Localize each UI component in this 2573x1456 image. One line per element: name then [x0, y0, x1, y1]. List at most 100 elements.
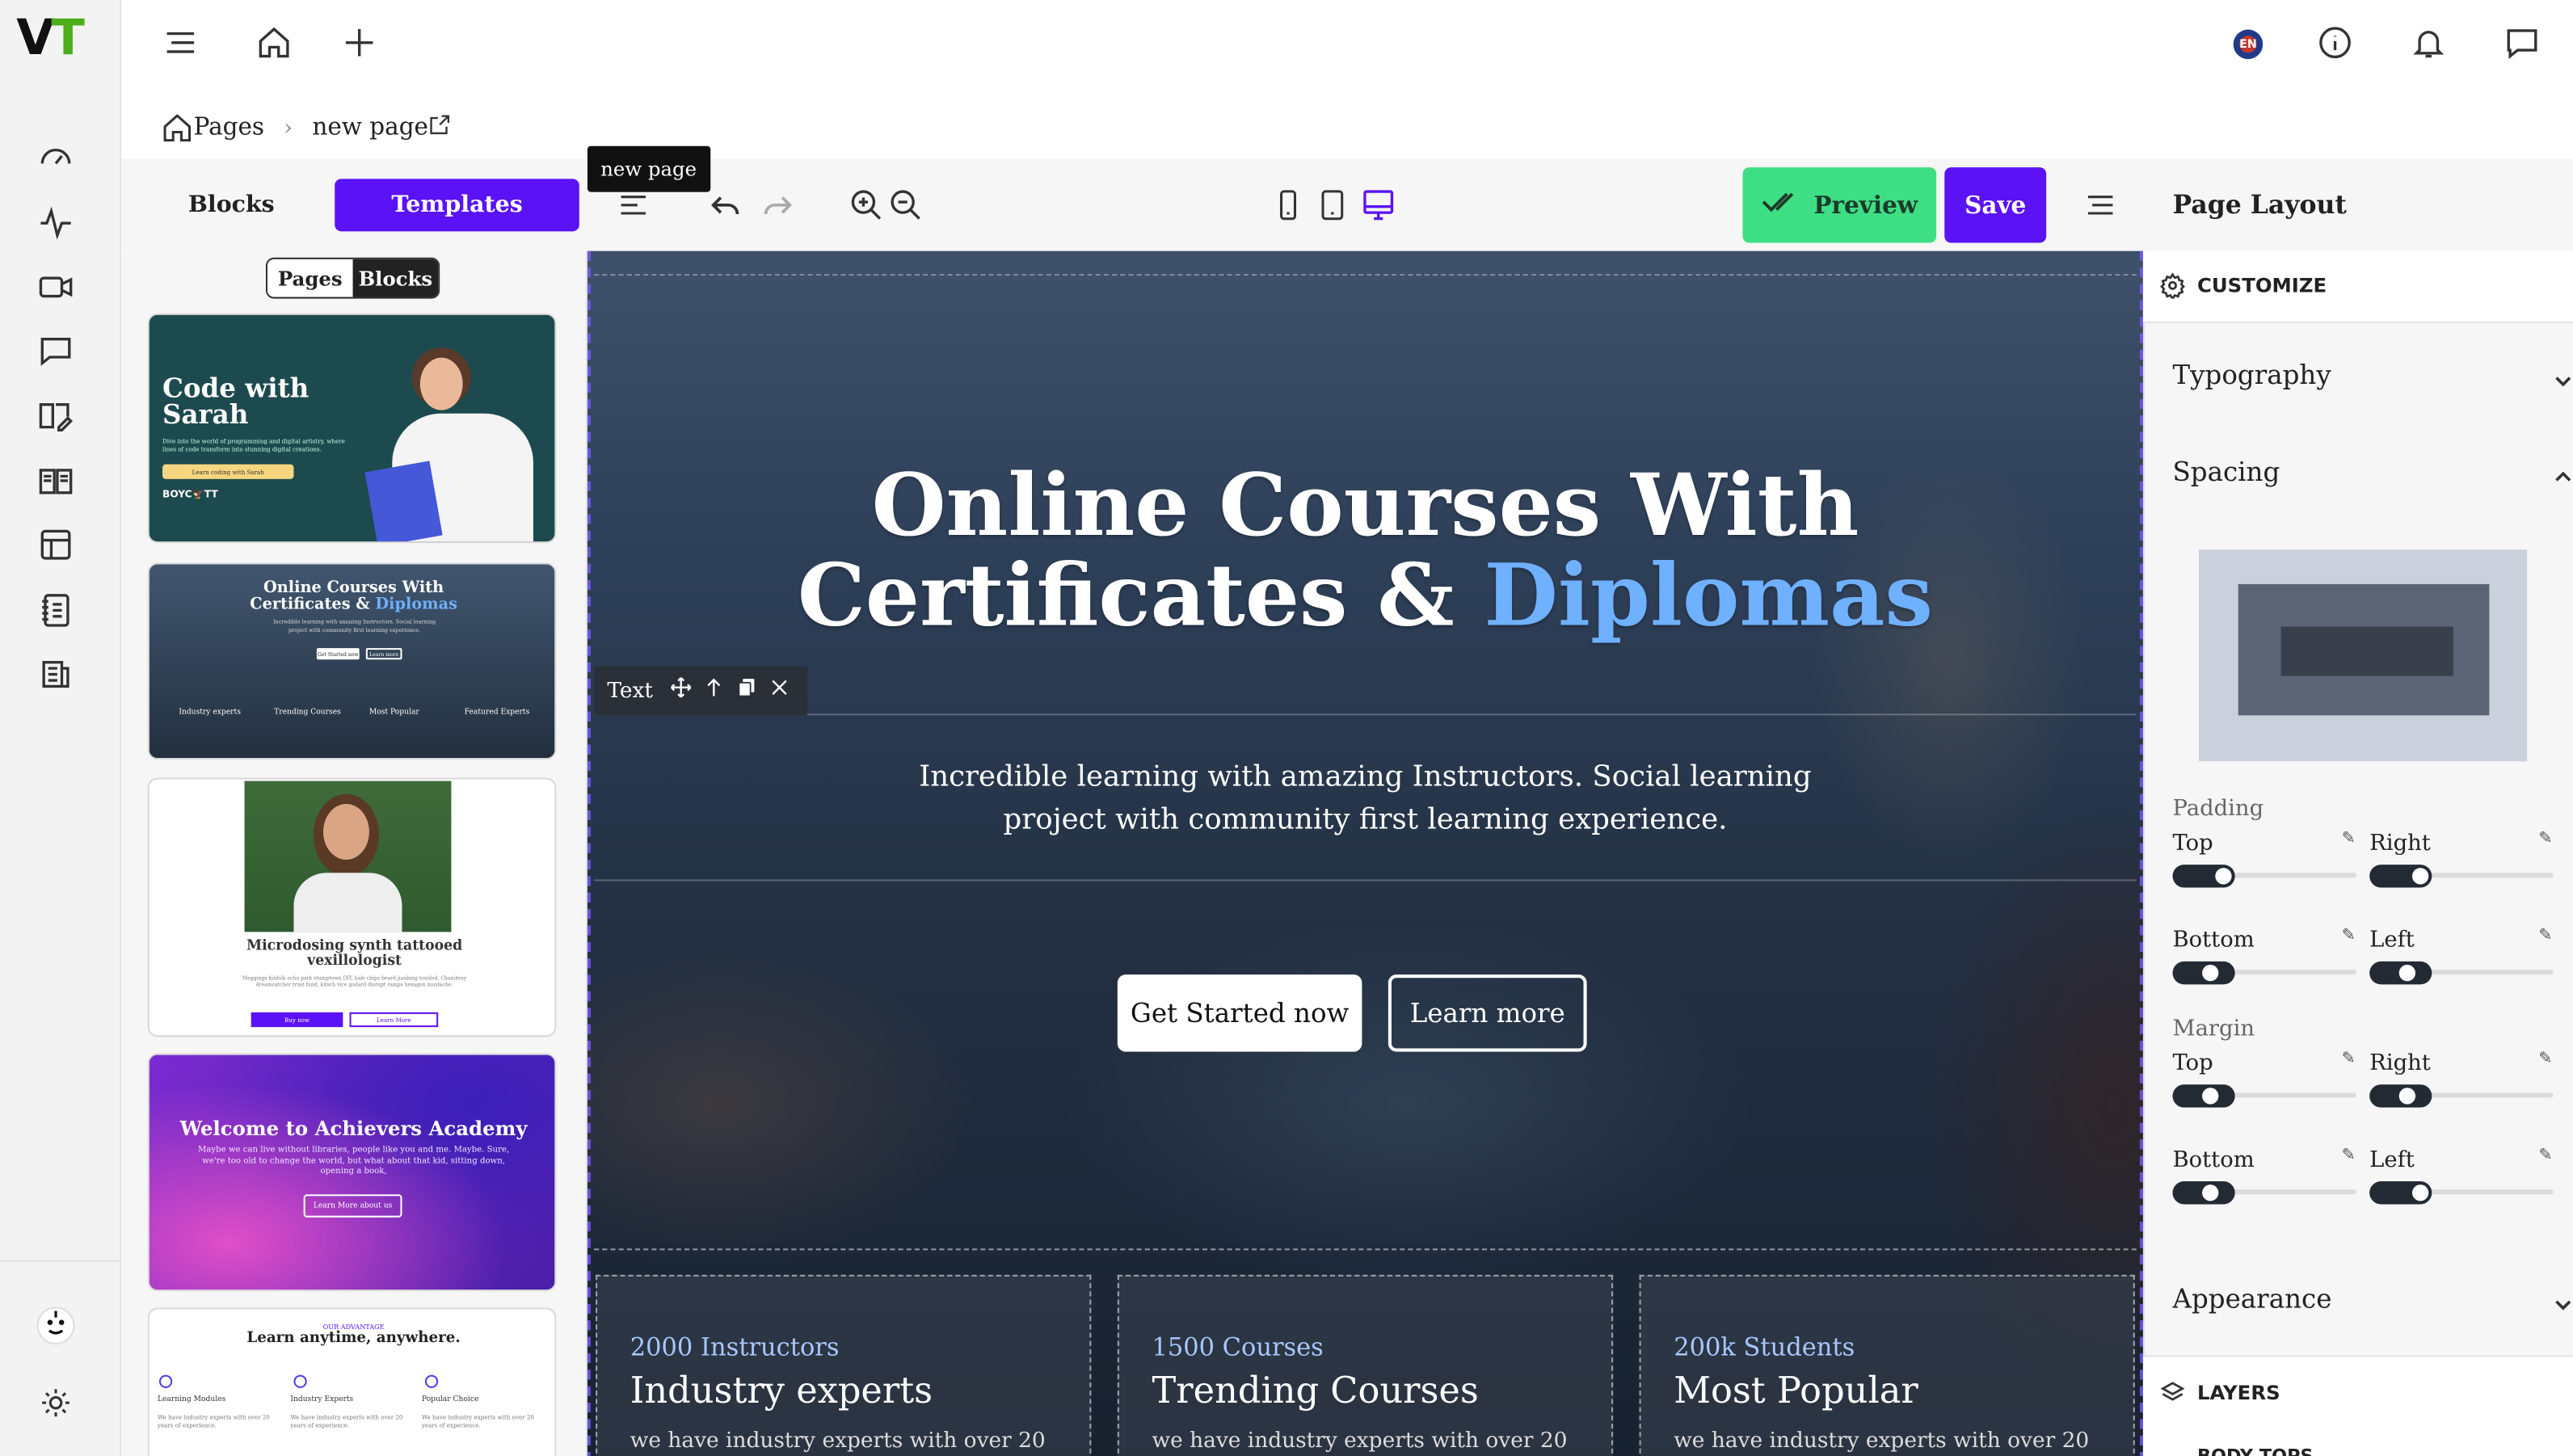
- dashboard-icon[interactable]: [36, 138, 76, 178]
- edit-icon[interactable]: ✎: [2342, 1050, 2356, 1068]
- activity-icon[interactable]: [36, 204, 76, 243]
- stat-card[interactable]: 200k Students Most Popular we have indus…: [1639, 1274, 2135, 1456]
- notebook-icon[interactable]: [36, 591, 76, 630]
- language-flag-icon[interactable]: EN: [2233, 29, 2263, 60]
- external-link-icon[interactable]: [428, 113, 451, 143]
- zoom-in-icon[interactable]: [847, 185, 886, 225]
- layers-icon: [2159, 1380, 2185, 1413]
- edit-icon[interactable]: ✎: [2538, 1147, 2552, 1164]
- edit-icon[interactable]: ✎: [2342, 927, 2356, 945]
- card-cta1: Get Started now: [316, 648, 360, 660]
- stat-kicker: 200k Students: [1674, 1332, 1855, 1362]
- margin-left-label: Left: [2369, 1147, 2415, 1173]
- padding-left-slider[interactable]: [2369, 961, 2432, 985]
- section-guide: [594, 1248, 2137, 1251]
- edit-icon[interactable]: ✎: [2342, 830, 2356, 848]
- gear-icon: [2159, 272, 2185, 305]
- margin-left-slider[interactable]: [2369, 1181, 2432, 1205]
- layer-body-item[interactable]: BODY TOPS: [2197, 1445, 2314, 1456]
- seg-blocks[interactable]: Blocks: [352, 259, 439, 297]
- receipt-icon[interactable]: [36, 654, 76, 694]
- undo-icon[interactable]: [705, 185, 745, 225]
- stat-desc: we have industry experts with over 20: [1152, 1429, 1568, 1454]
- info-icon[interactable]: [2314, 21, 2356, 64]
- hero-title[interactable]: Online Courses With Certificates & Diplo…: [587, 461, 2143, 642]
- zoom-out-icon[interactable]: [886, 185, 926, 225]
- add-icon[interactable]: [338, 21, 381, 64]
- feature-name: Learning Modules: [157, 1396, 226, 1405]
- redo-icon[interactable]: [758, 185, 798, 225]
- breadcrumb-pages[interactable]: Pages: [194, 115, 264, 141]
- card-title: Learn anytime, anywhere.: [246, 1330, 461, 1348]
- chevron-up-icon[interactable]: [2552, 465, 2573, 496]
- chevron-down-icon[interactable]: [2552, 368, 2573, 399]
- preview-label: Preview: [1813, 191, 1918, 220]
- menu-icon[interactable]: [159, 21, 202, 64]
- padding-bottom-slider[interactable]: [2172, 961, 2235, 985]
- bell-icon[interactable]: [2407, 21, 2450, 64]
- chevron-right-icon: ›: [284, 116, 293, 141]
- tab-templates[interactable]: Templates: [335, 179, 579, 232]
- pages-blocks-toggle: Pages Blocks: [265, 257, 440, 299]
- stat-card[interactable]: 1500 Courses Trending Courses we have in…: [1117, 1274, 1614, 1456]
- edit-icon[interactable]: ✎: [2538, 927, 2552, 945]
- margin-top-slider[interactable]: [2172, 1084, 2235, 1108]
- chat-icon[interactable]: [36, 331, 76, 371]
- delete-icon[interactable]: [768, 676, 790, 706]
- chevron-down-icon[interactable]: [2552, 1291, 2573, 1323]
- margin-right-slider[interactable]: [2369, 1084, 2432, 1108]
- open-book-icon[interactable]: [36, 461, 76, 501]
- card-subtitle: Meggings kinfolk echo park stumptown DIY…: [242, 974, 467, 988]
- tab-blocks[interactable]: Blocks: [145, 179, 318, 231]
- card-logos: BOYC🦅TT: [162, 489, 218, 501]
- home-icon[interactable]: [253, 21, 296, 64]
- layout-icon[interactable]: [36, 525, 76, 565]
- template-card-learn-anytime[interactable]: OUR ADVANTAGE Learn anytime, anywhere. L…: [147, 1307, 557, 1456]
- edit-icon[interactable]: ✎: [2342, 1147, 2356, 1164]
- sun-icon[interactable]: [36, 1383, 76, 1423]
- template-card-achievers[interactable]: Welcome to Achievers Academy Maybe we ca…: [147, 1053, 557, 1292]
- mobile-view-icon[interactable]: [1269, 185, 1308, 225]
- app-logo[interactable]: VT: [16, 10, 85, 67]
- typography-section[interactable]: Typography: [2173, 360, 2331, 391]
- stat-card[interactable]: 2000 Instructors Industry experts we hav…: [596, 1274, 1092, 1456]
- card-title: Code with Sarah: [162, 372, 310, 431]
- feature-icon: [293, 1374, 307, 1388]
- appearance-section[interactable]: Appearance: [2173, 1283, 2332, 1315]
- left-rail: VT: [0, 0, 122, 1456]
- copy-icon[interactable]: [735, 676, 758, 706]
- margin-bottom-label: Bottom: [2172, 1147, 2255, 1173]
- seg-pages[interactable]: Pages: [267, 259, 353, 297]
- learn-more-button[interactable]: Learn more: [1388, 974, 1587, 1052]
- card-stat: Trending Courses: [274, 709, 341, 717]
- panel-menu-icon[interactable]: [2081, 185, 2120, 225]
- tablet-view-icon[interactable]: [1312, 185, 1352, 225]
- padding-top-slider[interactable]: [2172, 865, 2235, 888]
- move-icon[interactable]: [669, 676, 692, 706]
- card-title: Microdosing synth tattooed vexillologist: [246, 938, 463, 970]
- desktop-view-icon[interactable]: [1358, 185, 1398, 225]
- book-edit-icon[interactable]: [36, 395, 76, 435]
- message-icon[interactable]: [2501, 21, 2544, 64]
- card-stat: Industry experts: [179, 709, 241, 717]
- card-cta2: Learn More: [349, 1012, 439, 1028]
- margin-bottom-slider[interactable]: [2172, 1181, 2235, 1205]
- home-crumb-icon[interactable]: [161, 112, 194, 145]
- video-icon[interactable]: [36, 267, 76, 307]
- edit-icon[interactable]: ✎: [2538, 830, 2552, 848]
- spacing-section[interactable]: Spacing: [2173, 457, 2280, 488]
- get-started-button[interactable]: Get Started now: [1117, 974, 1362, 1052]
- breadcrumb: Pages › new page: [161, 108, 451, 148]
- save-button[interactable]: Save: [1944, 167, 2047, 243]
- padding-left-label: Left: [2369, 927, 2415, 953]
- edit-icon[interactable]: ✎: [2538, 1050, 2552, 1068]
- template-card-microdosing[interactable]: Microdosing synth tattooed vexillologist…: [147, 777, 557, 1037]
- padding-top-label: Top: [2172, 830, 2213, 856]
- template-card-online-courses[interactable]: Online Courses With Certificates & Diplom…: [147, 562, 557, 760]
- preview-button[interactable]: Preview: [1742, 167, 1937, 243]
- padding-right-slider[interactable]: [2369, 865, 2432, 888]
- hero-subtitle[interactable]: Incredible learning with amazing Instruc…: [882, 756, 1847, 842]
- select-parent-icon[interactable]: [702, 676, 725, 706]
- avatar-icon[interactable]: [36, 1306, 76, 1345]
- template-card-code-with-sarah[interactable]: Code with Sarah Dive into the world of p…: [147, 313, 557, 544]
